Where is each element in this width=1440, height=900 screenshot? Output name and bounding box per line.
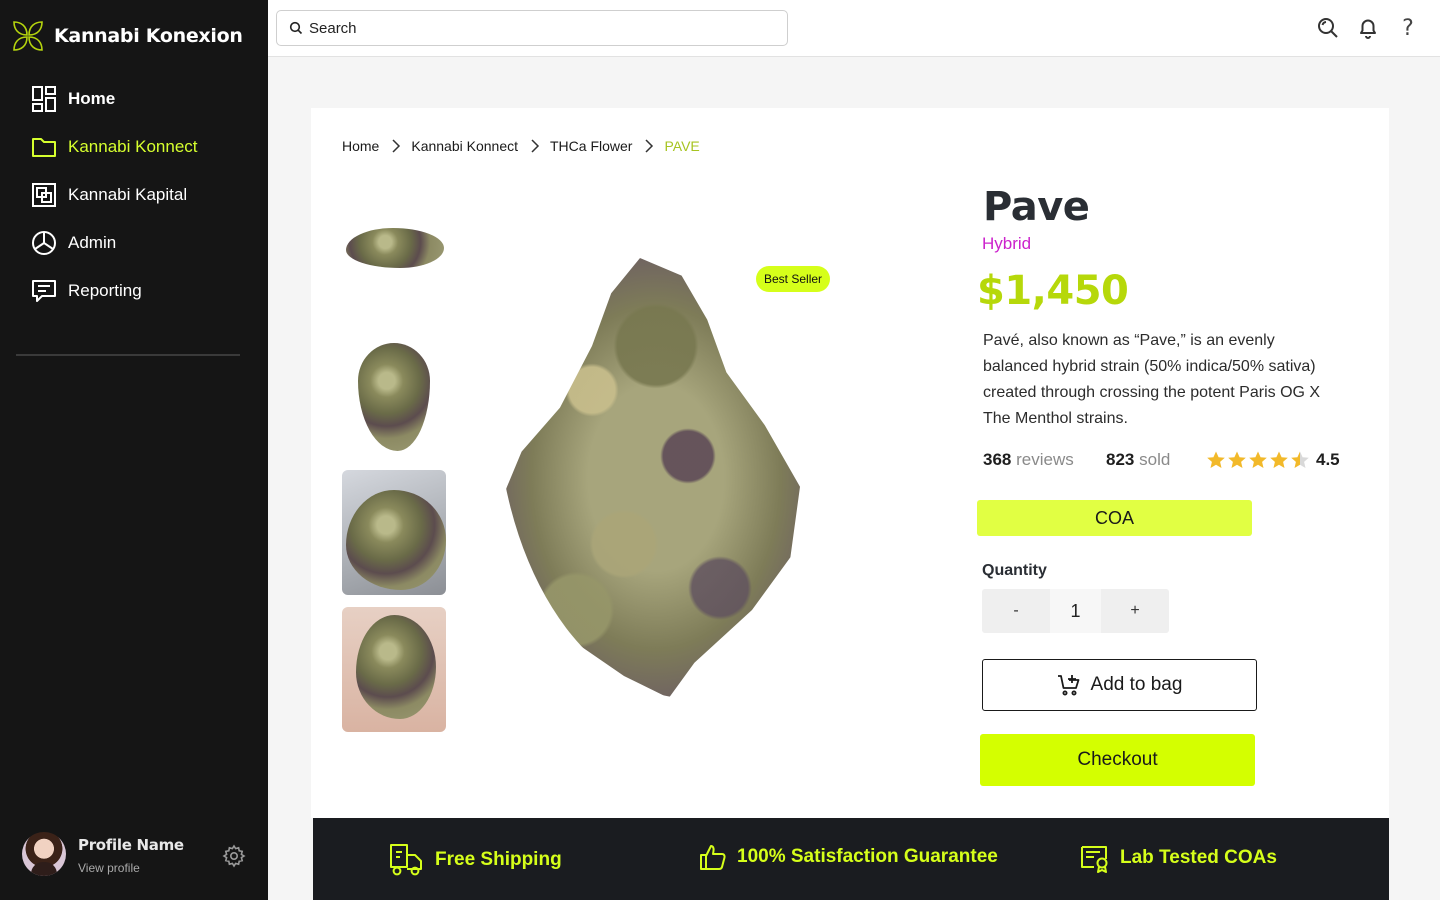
star-icon: [1207, 451, 1225, 468]
strain-type: Hybrid: [982, 234, 1032, 253]
sold-label: sold: [1139, 450, 1171, 469]
product-thumbnail[interactable]: [342, 470, 446, 595]
coa-button[interactable]: COA: [977, 500, 1252, 536]
product-card: Home Kannabi Konnect THCa Flower PAVE Be…: [311, 108, 1389, 818]
sold-count: 823 sold: [1106, 450, 1170, 470]
profile-name: Profile Name: [78, 836, 184, 854]
reviews-count[interactable]: 368 reviews: [983, 450, 1074, 470]
profile-card[interactable]: Profile Name View profile: [22, 832, 252, 880]
gear-icon[interactable]: [222, 844, 246, 868]
reviews-number: 368: [983, 450, 1012, 469]
quantity-stepper: - 1 +: [982, 589, 1169, 633]
certificate-icon: [1081, 846, 1108, 873]
sidebar-item-reporting[interactable]: Reporting: [30, 276, 250, 306]
sidebar-divider: [16, 354, 240, 356]
sidebar-item-label: Reporting: [68, 281, 142, 300]
quantity-increase-button[interactable]: +: [1101, 589, 1169, 633]
top-bar: ?: [268, 0, 1440, 57]
product-description: Pavé, also known as “Pave,” is an evenly…: [983, 332, 1321, 427]
sidebar-item-label: Kannabi Konnect: [68, 137, 198, 156]
best-seller-badge: Best Seller: [756, 266, 831, 292]
delivery-truck-icon: [390, 844, 422, 876]
checkout-button[interactable]: Checkout: [980, 734, 1255, 786]
thumbs-up-icon: [700, 845, 726, 870]
search-icon[interactable]: [1316, 16, 1340, 40]
breadcrumb-home[interactable]: Home: [342, 138, 379, 154]
brand[interactable]: Kannabi Konexion: [12, 20, 243, 52]
search-box[interactable]: [276, 10, 788, 46]
product-thumbnail[interactable]: [342, 333, 446, 458]
kapital-icon: [30, 181, 58, 209]
view-profile-link[interactable]: View profile: [78, 861, 140, 875]
cart-add-icon: [1057, 675, 1079, 696]
sold-number: 823: [1106, 450, 1135, 469]
sidebar-item-label: Admin: [68, 233, 117, 252]
breadcrumb: Home Kannabi Konnect THCa Flower PAVE: [342, 138, 700, 154]
pie-chart-icon: [30, 229, 58, 257]
search-icon: [289, 21, 303, 35]
avatar[interactable]: [22, 832, 66, 876]
sidebar-item-label: Home: [68, 89, 116, 108]
brand-name: Kannabi Konexion: [54, 25, 243, 47]
star-icon: [1270, 451, 1288, 468]
chevron-right-icon: [392, 139, 401, 153]
rating-value: 4.5: [1316, 450, 1340, 469]
sidebar-item-admin[interactable]: Admin: [30, 228, 250, 258]
rating-stars: [1206, 450, 1310, 470]
star-icon: [1228, 451, 1246, 468]
reviews-label: reviews: [1016, 450, 1074, 469]
feature-label: 100% Satisfaction Guarantee: [737, 846, 998, 867]
message-icon: [30, 277, 58, 305]
product-stats: 368 reviews 823 sold 4.5: [983, 450, 1343, 472]
add-to-bag-label: Add to bag: [1090, 674, 1183, 695]
sidebar: Kannabi Konexion Home Kannabi Konnect Ka…: [0, 0, 268, 900]
top-actions: ?: [1316, 16, 1420, 41]
sidebar-item-kannabi-kapital[interactable]: Kannabi Kapital: [30, 180, 250, 210]
feature-label: Lab Tested COAs: [1120, 847, 1277, 868]
chevron-right-icon: [645, 139, 654, 153]
quantity-label: Quantity: [982, 562, 1047, 579]
sidebar-item-label: Kannabi Kapital: [68, 185, 188, 204]
features-strip: Free Shipping 100% Satisfaction Guarante…: [313, 818, 1389, 900]
star-half-icon: [1291, 451, 1309, 468]
chevron-right-icon: [531, 139, 540, 153]
breadcrumb-current: PAVE: [664, 138, 700, 154]
feature-satisfaction: 100% Satisfaction Guarantee: [699, 843, 998, 871]
product-main-image: [496, 258, 816, 698]
sidebar-nav: Home Kannabi Konnect Kannabi Kapital Adm…: [30, 84, 250, 324]
product-title: Pave: [983, 184, 1090, 230]
product-thumbnail[interactable]: [342, 196, 446, 321]
star-icon: [1249, 451, 1267, 468]
breadcrumb-thca-flower[interactable]: THCa Flower: [550, 138, 632, 154]
dashboard-icon: [30, 85, 58, 113]
product-thumbnail[interactable]: [342, 607, 446, 732]
quantity-decrease-button[interactable]: -: [982, 589, 1050, 633]
sidebar-item-home[interactable]: Home: [30, 84, 250, 114]
product-thumbnails: [342, 196, 446, 744]
brand-logo-icon: [13, 21, 43, 51]
help-icon[interactable]: ?: [1396, 16, 1420, 41]
sidebar-item-kannabi-konnect[interactable]: Kannabi Konnect: [30, 132, 250, 162]
feature-free-shipping: Free Shipping: [389, 843, 562, 877]
product-price: $1,450: [977, 268, 1129, 314]
add-to-bag-button[interactable]: Add to bag: [982, 659, 1257, 711]
breadcrumb-kannabi-konnect[interactable]: Kannabi Konnect: [411, 138, 518, 154]
feature-label: Free Shipping: [435, 849, 562, 870]
quantity-value[interactable]: 1: [1050, 589, 1101, 633]
folder-icon: [30, 133, 58, 161]
bell-icon[interactable]: [1356, 16, 1380, 40]
feature-lab-tested: Lab Tested COAs: [1080, 843, 1277, 873]
search-input[interactable]: [309, 19, 769, 37]
